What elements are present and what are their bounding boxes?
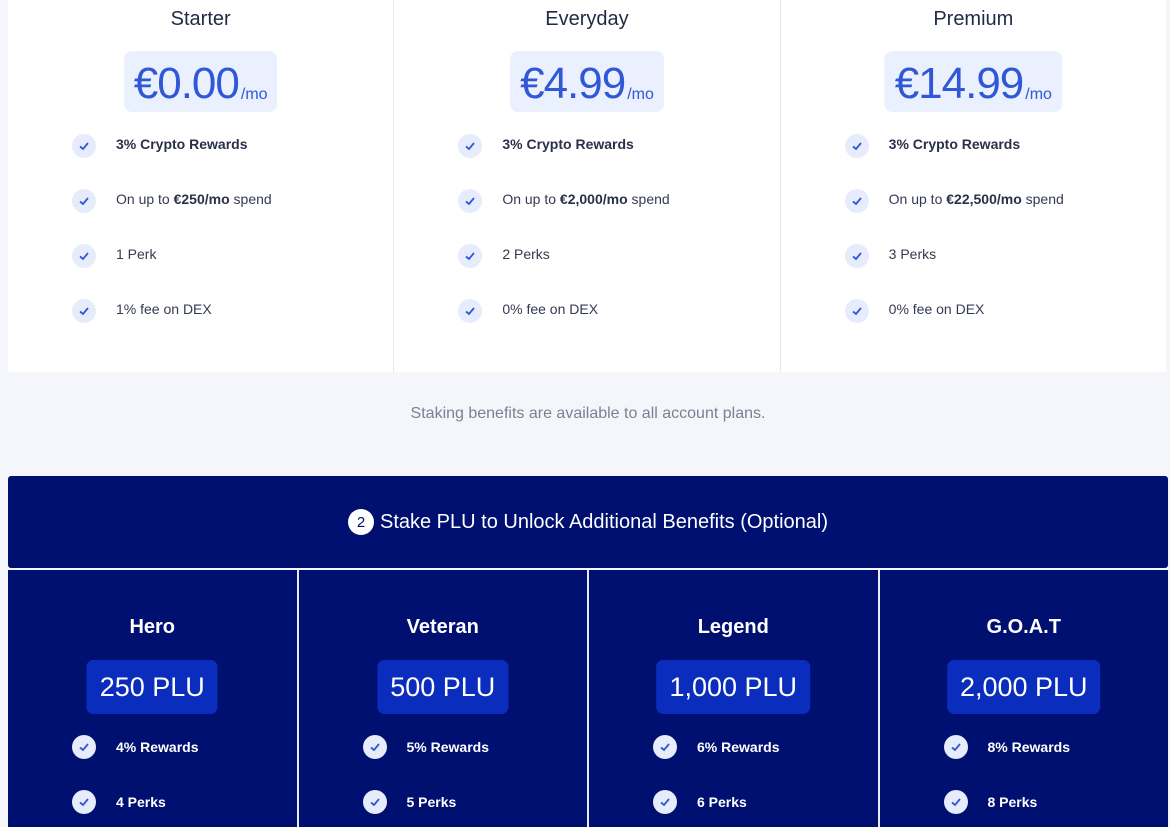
tier-feature-item: 5 Perks bbox=[362, 789, 580, 827]
plan-everyday: Everyday €4.99 /mo 3% Crypto Rewards On … bbox=[394, 0, 781, 372]
feature-item: 3 Perks bbox=[844, 240, 1156, 295]
step-number-badge: 2 bbox=[347, 509, 374, 535]
tier-feature-item: 6 Perks bbox=[653, 789, 870, 827]
tier-amount: 250 PLU bbox=[86, 660, 218, 714]
tier-name: G.O.A.T bbox=[986, 616, 1061, 638]
tier-feature-item: 4 Perks bbox=[72, 789, 289, 827]
tier-name: Veteran bbox=[406, 616, 479, 638]
check-icon bbox=[362, 790, 387, 814]
stake-banner: 2 Stake PLU to Unlock Additional Benefit… bbox=[8, 476, 1168, 568]
tier-feature-list: 5% Rewards 5 Perks bbox=[362, 734, 580, 827]
price-box: €14.99 /mo bbox=[884, 51, 1062, 112]
price-box: €4.99 /mo bbox=[510, 51, 664, 112]
check-icon bbox=[72, 735, 96, 759]
plan-premium: Premium €14.99 /mo 3% Crypto Rewards On … bbox=[781, 0, 1166, 372]
tier-feature-item: 6% Rewards bbox=[653, 734, 870, 789]
check-icon bbox=[844, 299, 869, 323]
feature-item: 3% Crypto Rewards bbox=[72, 130, 383, 185]
price-unit: /mo bbox=[1025, 86, 1052, 103]
stake-banner-title: Stake PLU to Unlock Additional Benefits … bbox=[379, 510, 829, 533]
feature-item: On up to €2,000/mo spend bbox=[458, 185, 769, 240]
feature-item: 1 Perk bbox=[72, 240, 383, 295]
tier-feature-list: 6% Rewards 6 Perks bbox=[653, 734, 870, 827]
check-icon bbox=[362, 735, 387, 759]
plan-starter: Starter €0.00 /mo 3% Crypto Rewards On u… bbox=[8, 0, 395, 372]
price-amount: €4.99 bbox=[520, 59, 626, 108]
check-icon bbox=[72, 299, 96, 323]
plan-name: Everyday bbox=[545, 8, 629, 30]
feature-item: 3% Crypto Rewards bbox=[844, 130, 1156, 185]
feature-item: 0% fee on DEX bbox=[458, 295, 769, 350]
check-icon bbox=[844, 134, 869, 158]
tier-feature-item: 8% Rewards bbox=[943, 734, 1161, 789]
check-icon bbox=[458, 299, 483, 323]
check-icon bbox=[458, 189, 483, 213]
tier-name: Hero bbox=[129, 616, 176, 638]
tier-legend: Legend 1,000 PLU 6% Rewards 6 Perks bbox=[589, 570, 878, 827]
price-amount: €0.00 bbox=[133, 59, 240, 108]
tier-feature-list: 4% Rewards 4 Perks bbox=[72, 734, 289, 827]
check-icon bbox=[943, 790, 968, 814]
feature-item: 2 Perks bbox=[458, 240, 769, 295]
tier-goat: G.O.A.T 2,000 PLU 8% Rewards 8 Perks bbox=[879, 570, 1168, 827]
tier-amount: 2,000 PLU bbox=[946, 660, 1101, 714]
tier-feature-item: 5% Rewards bbox=[362, 734, 580, 789]
check-icon bbox=[844, 189, 869, 213]
check-icon bbox=[72, 134, 96, 158]
price-box: €0.00 /mo bbox=[123, 51, 278, 112]
staking-tiers: Hero 250 PLU 4% Rewards 4 Perks Veteran … bbox=[8, 570, 1168, 827]
tier-amount: 1,000 PLU bbox=[656, 660, 811, 714]
check-icon bbox=[72, 244, 96, 268]
tier-feature-item: 8 Perks bbox=[943, 789, 1161, 827]
price-unit: /mo bbox=[627, 86, 654, 103]
feature-item: 1% fee on DEX bbox=[72, 295, 383, 350]
check-icon bbox=[844, 244, 869, 268]
check-icon bbox=[72, 790, 96, 814]
feature-list: 3% Crypto Rewards On up to €250/mo spend… bbox=[72, 130, 383, 350]
tier-veteran: Veteran 500 PLU 5% Rewards 5 Perks bbox=[298, 570, 587, 827]
feature-list: 3% Crypto Rewards On up to €2,000/mo spe… bbox=[458, 130, 769, 350]
plan-name: Starter bbox=[170, 8, 231, 30]
price-amount: €14.99 bbox=[894, 59, 1025, 108]
tier-amount: 500 PLU bbox=[377, 660, 509, 714]
plan-name: Premium bbox=[933, 8, 1014, 30]
check-icon bbox=[458, 134, 483, 158]
feature-item: 0% fee on DEX bbox=[844, 295, 1156, 350]
check-icon bbox=[72, 189, 96, 213]
check-icon bbox=[943, 735, 968, 759]
tier-hero: Hero 250 PLU 4% Rewards 4 Perks bbox=[8, 570, 297, 827]
feature-item: 3% Crypto Rewards bbox=[458, 130, 769, 185]
check-icon bbox=[653, 735, 677, 759]
tier-feature-item: 4% Rewards bbox=[72, 734, 289, 789]
price-unit: /mo bbox=[240, 86, 268, 103]
feature-item: On up to €250/mo spend bbox=[72, 185, 383, 240]
feature-item: On up to €22,500/mo spend bbox=[844, 185, 1156, 240]
check-icon bbox=[653, 790, 677, 814]
check-icon bbox=[458, 244, 483, 268]
tier-feature-list: 8% Rewards 8 Perks bbox=[943, 734, 1161, 827]
account-plans: Starter €0.00 /mo 3% Crypto Rewards On u… bbox=[8, 0, 1166, 372]
staking-note: Staking benefits are available to all ac… bbox=[410, 405, 766, 422]
tier-name: Legend bbox=[697, 616, 769, 638]
feature-list: 3% Crypto Rewards On up to €22,500/mo sp… bbox=[844, 130, 1156, 350]
